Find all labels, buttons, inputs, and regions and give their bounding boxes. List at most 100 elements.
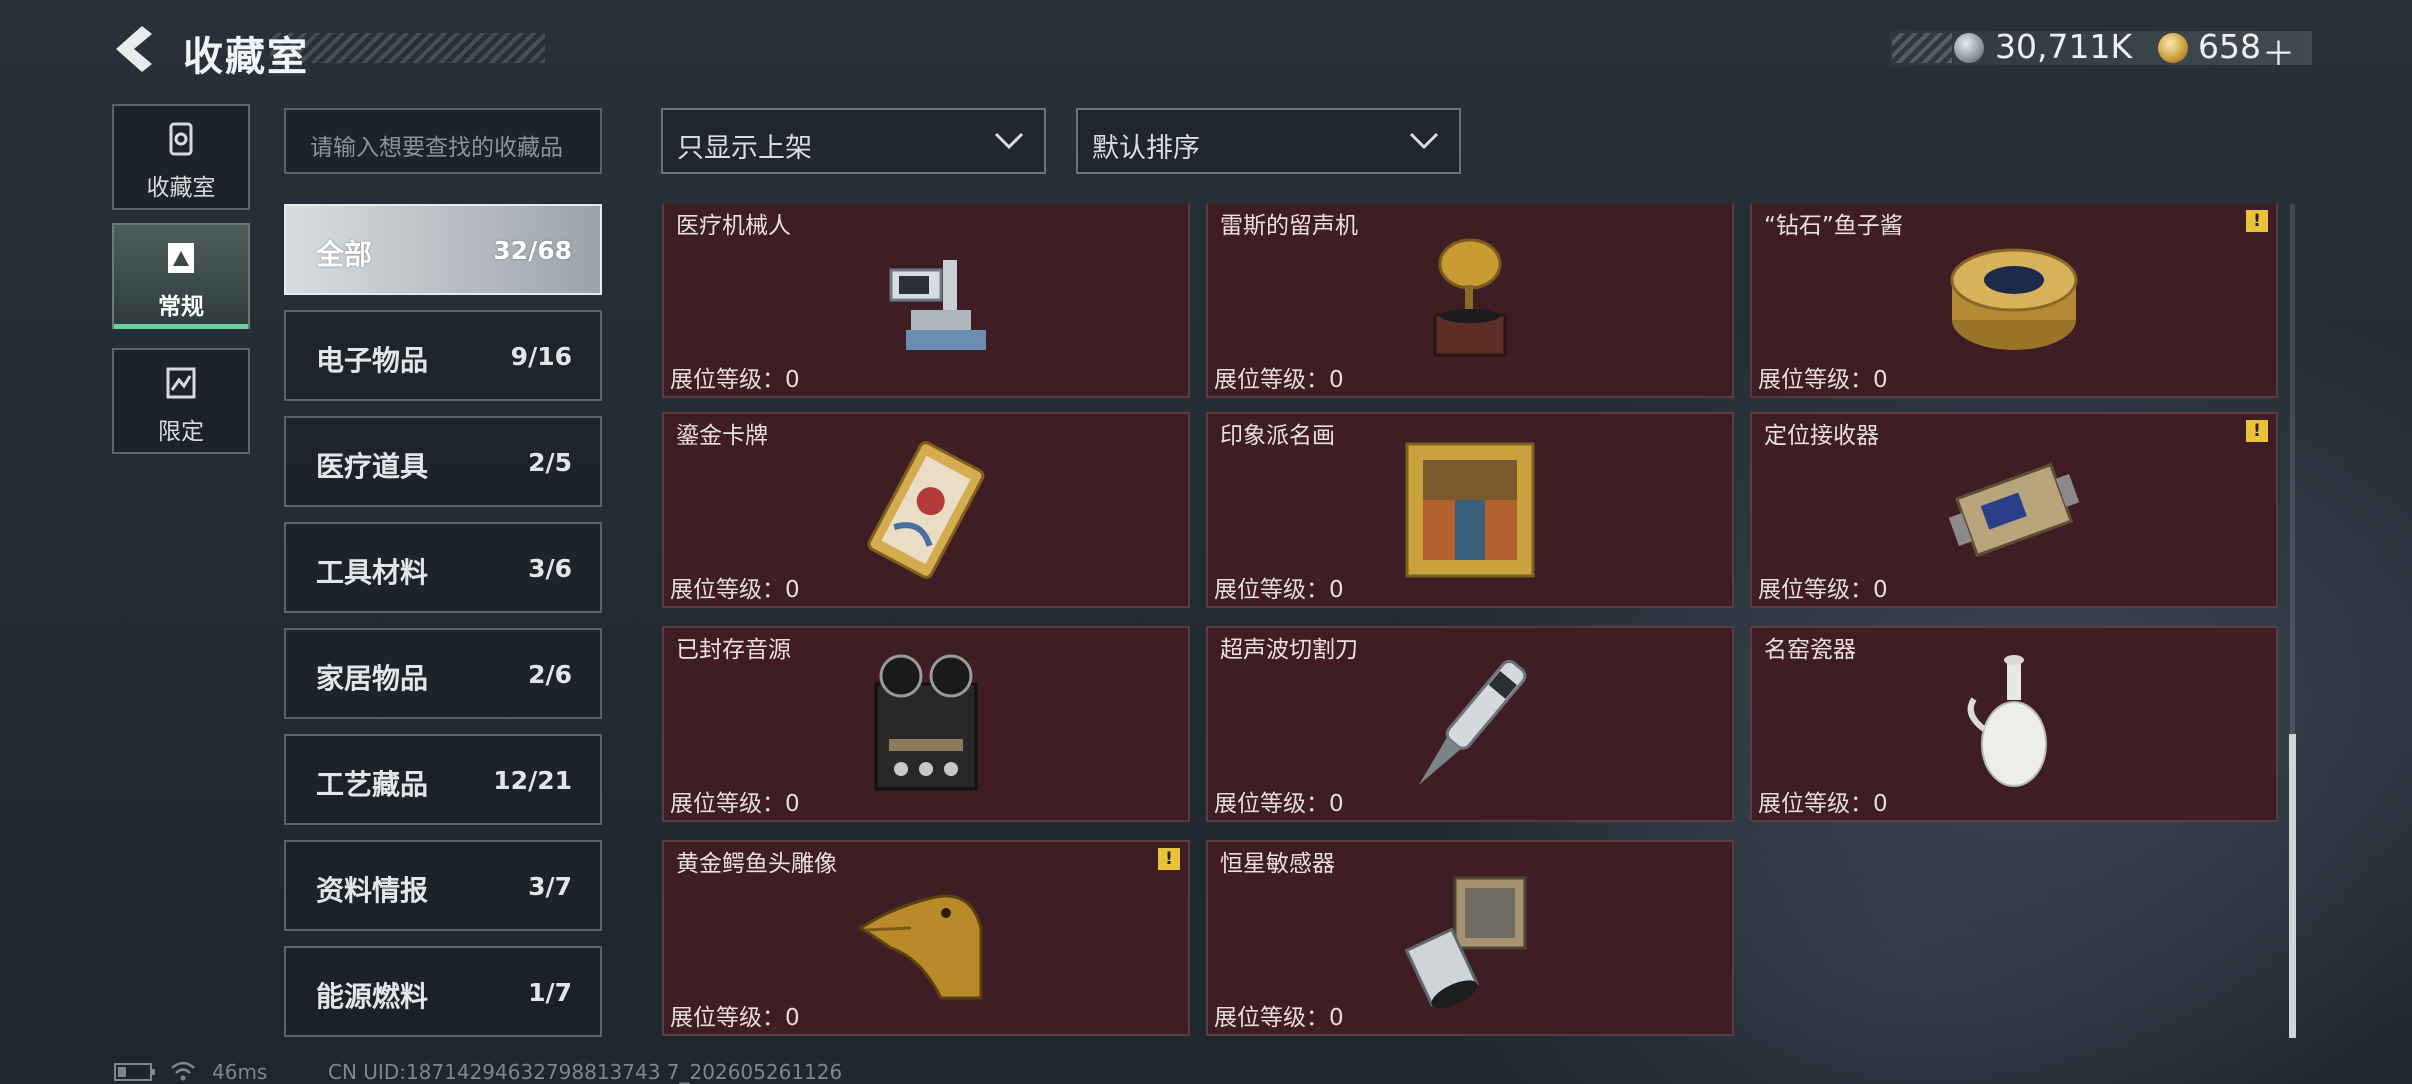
- warning-badge: !: [2246, 210, 2268, 232]
- collection-item-card[interactable]: 医疗机械人 展位等级：0: [662, 204, 1190, 398]
- porcelain-vase-icon: [1967, 655, 2047, 787]
- gold-currency-amount: 658: [2198, 27, 2261, 66]
- item-level: 展位等级：0: [1758, 791, 1888, 817]
- item-level: 展位等级：0: [1758, 367, 1888, 393]
- nav-collection-room[interactable]: 收藏室: [112, 104, 250, 210]
- item-name: 恒星敏感器: [1220, 851, 1335, 877]
- nav-regular[interactable]: 常规: [112, 223, 250, 329]
- category-count: 3/7: [528, 872, 572, 901]
- category-count: 2/5: [528, 448, 572, 477]
- category-crafts[interactable]: 工艺藏品 12/21: [284, 734, 602, 825]
- item-level: 展位等级：0: [670, 1005, 800, 1031]
- collection-item-card[interactable]: 已封存音源 展位等级：0: [662, 626, 1190, 822]
- gilded-card-icon: [867, 441, 985, 579]
- category-tools[interactable]: 工具材料 3/6: [284, 522, 602, 613]
- warning-badge: !: [1158, 848, 1180, 870]
- collection-item-card[interactable]: 鎏金卡牌 展位等级：0: [662, 412, 1190, 608]
- item-level: 展位等级：0: [1214, 367, 1344, 393]
- category-all[interactable]: 全部 32/68: [284, 204, 602, 295]
- collection-grid[interactable]: 医疗机械人 展位等级：0 雷斯的留声机 展位等级：0 “钻石”鱼子酱 ! 展位等…: [660, 204, 2280, 1039]
- silver-currency-amount: 30,711K: [1995, 27, 2133, 66]
- item-level: 展位等级：0: [1214, 791, 1344, 817]
- item-name: 雷斯的留声机: [1220, 213, 1358, 239]
- item-level: 展位等级：0: [1214, 1005, 1344, 1031]
- item-name: 鎏金卡牌: [676, 423, 768, 449]
- category-count: 3/6: [528, 554, 572, 583]
- medical-robot-icon: [889, 260, 986, 350]
- category-intel[interactable]: 资料情报 3/7: [284, 840, 602, 931]
- collection-item-card[interactable]: 名窑瓷器 展位等级：0: [1750, 626, 2278, 822]
- nav-label: 收藏室: [146, 175, 216, 201]
- gold-coin-icon: [2158, 33, 2188, 63]
- collection-item-card[interactable]: 恒星敏感器 展位等级：0: [1206, 840, 1734, 1036]
- collection-item-card[interactable]: 定位接收器 ! 展位等级：0: [1750, 412, 2278, 608]
- regular-icon: [168, 243, 194, 273]
- item-name: 黄金鳄鱼头雕像: [676, 851, 837, 877]
- category-medical[interactable]: 医疗道具 2/5: [284, 416, 602, 507]
- category-count: 2/6: [528, 660, 572, 689]
- shelf-filter-value: 只显示上架: [677, 133, 812, 164]
- item-name: 名窑瓷器: [1764, 637, 1856, 663]
- category-count: 32/68: [493, 236, 572, 265]
- category-name: 工具材料: [316, 556, 429, 589]
- sort-value: 默认排序: [1092, 133, 1200, 164]
- item-level: 展位等级：0: [1214, 577, 1344, 603]
- user-uid: CN UID:18714294632798813743 7_2026052611…: [328, 1060, 843, 1084]
- limited-icon: [166, 367, 196, 399]
- category-count: 12/21: [493, 766, 572, 795]
- reel-tape-recorder-icon: [874, 654, 978, 791]
- nav-label: 限定: [158, 419, 204, 445]
- category-name: 全部: [316, 238, 373, 271]
- item-level: 展位等级：0: [670, 367, 800, 393]
- item-name: 超声波切割刀: [1220, 637, 1358, 663]
- nav-active-indicator: [114, 324, 248, 329]
- nav-limited[interactable]: 限定: [112, 348, 250, 454]
- category-household[interactable]: 家居物品 2/6: [284, 628, 602, 719]
- item-level: 展位等级：0: [670, 791, 800, 817]
- gramophone-icon: [1433, 238, 1507, 357]
- category-electronics[interactable]: 电子物品 9/16: [284, 310, 602, 401]
- nav-label: 常规: [158, 294, 204, 320]
- warning-badge: !: [2246, 420, 2268, 442]
- collection-item-card[interactable]: 黄金鳄鱼头雕像 ! 展位等级：0: [662, 840, 1190, 1036]
- item-name: 已封存音源: [676, 637, 791, 663]
- category-name: 电子物品: [316, 344, 429, 377]
- category-name: 资料情报: [316, 874, 429, 907]
- star-sensor-icon: [1404, 876, 1527, 1008]
- item-level: 展位等级：0: [1758, 577, 1888, 603]
- search-input[interactable]: 请输入想要查找的收藏品: [284, 108, 602, 174]
- grid-scrollbar-thumb[interactable]: [2289, 734, 2296, 1038]
- battery-icon: [114, 1063, 155, 1081]
- item-name: 定位接收器: [1764, 423, 1879, 449]
- silver-coin-icon: [1954, 33, 1984, 63]
- add-currency-button[interactable]: ＋: [2262, 27, 2295, 75]
- category-name: 工艺藏品: [316, 768, 429, 801]
- sort-select[interactable]: 默认排序: [1076, 108, 1461, 174]
- golden-crocodile-head-icon: [858, 894, 983, 1000]
- category-energy[interactable]: 能源燃料 1/7: [284, 946, 602, 1037]
- collection-room-icon: [169, 122, 193, 156]
- caviar-tin-icon: [1950, 248, 2078, 350]
- item-level: 展位等级：0: [670, 577, 800, 603]
- shelf-filter-select[interactable]: 只显示上架: [661, 108, 1046, 174]
- collection-item-card[interactable]: 超声波切割刀 展位等级：0: [1206, 626, 1734, 822]
- back-arrow-icon[interactable]: [112, 24, 156, 74]
- currency-decoration: [1892, 33, 1952, 63]
- chevron-down-icon: [994, 132, 1024, 150]
- item-name: 印象派名画: [1220, 423, 1335, 449]
- category-name: 家居物品: [316, 662, 429, 695]
- page-title: 收藏室: [183, 34, 309, 80]
- framed-painting-icon: [1405, 442, 1535, 578]
- title-decoration: [270, 33, 545, 63]
- locator-receiver-icon: [1948, 462, 2080, 558]
- collection-item-card[interactable]: 雷斯的留声机 展位等级：0: [1206, 204, 1734, 398]
- category-name: 能源燃料: [316, 980, 429, 1013]
- collection-item-card[interactable]: 印象派名画 展位等级：0: [1206, 412, 1734, 608]
- collection-item-card[interactable]: “钻石”鱼子酱 ! 展位等级：0: [1750, 204, 2278, 398]
- category-count: 9/16: [510, 342, 572, 371]
- category-name: 医疗道具: [316, 450, 429, 483]
- ultrasonic-cutter-icon: [1418, 659, 1527, 786]
- wifi-icon: [171, 1061, 195, 1081]
- ping-latency: 46ms: [212, 1060, 268, 1084]
- chevron-down-icon: [1409, 132, 1439, 150]
